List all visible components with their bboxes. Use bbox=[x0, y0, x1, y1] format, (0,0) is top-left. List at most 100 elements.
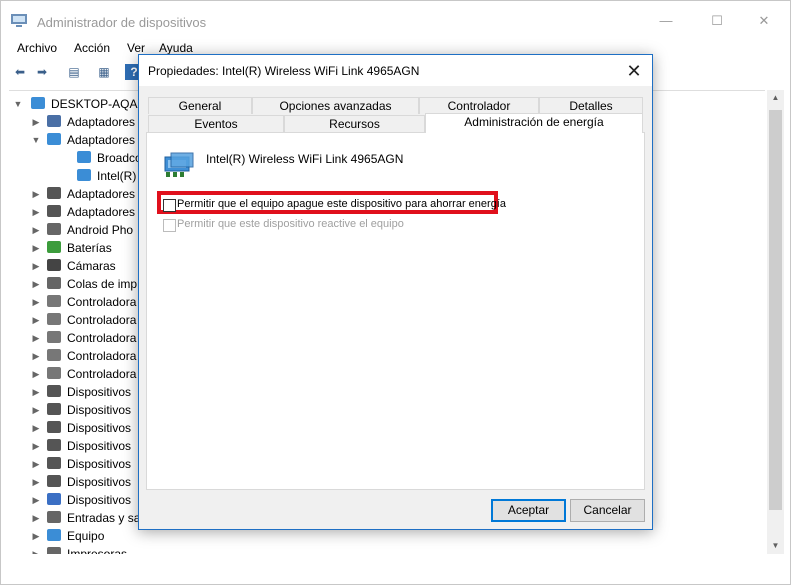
chevron-right-icon[interactable]: ▶ bbox=[31, 439, 41, 453]
controller-icon bbox=[47, 367, 61, 379]
menu-ver[interactable]: Ver bbox=[127, 41, 145, 55]
properties-view-icon[interactable]: ▤ bbox=[65, 64, 83, 80]
chevron-right-icon[interactable]: ▶ bbox=[31, 259, 41, 273]
tree-item-label: Baterías bbox=[67, 241, 112, 255]
network-card-icon bbox=[164, 152, 194, 177]
tab-controlador[interactable]: Controlador bbox=[419, 97, 539, 114]
details-icon[interactable]: ▦ bbox=[95, 64, 113, 80]
tree-item-label: Controladora bbox=[67, 367, 137, 381]
vertical-scrollbar[interactable]: ▲ ▼ bbox=[767, 90, 784, 554]
audio-icon bbox=[47, 511, 61, 523]
tree-item-label: Dispositivos bbox=[67, 493, 132, 507]
scroll-up-icon[interactable]: ▲ bbox=[767, 90, 784, 106]
chevron-right-icon[interactable]: ▶ bbox=[31, 403, 41, 417]
monitor-icon bbox=[47, 493, 61, 505]
chevron-right-icon[interactable]: ▶ bbox=[31, 295, 41, 309]
tab-detalles[interactable]: Detalles bbox=[539, 97, 643, 114]
chevron-right-icon[interactable]: ▶ bbox=[31, 493, 41, 507]
tab-recursos[interactable]: Recursos bbox=[284, 115, 425, 132]
phone-icon bbox=[47, 223, 61, 235]
tree-item-label: Entradas y sa bbox=[67, 511, 141, 525]
chevron-right-icon[interactable]: ▶ bbox=[31, 205, 41, 219]
chevron-right-icon[interactable]: ▶ bbox=[31, 367, 41, 381]
chevron-right-icon[interactable]: ▶ bbox=[31, 421, 41, 435]
chevron-right-icon[interactable]: ▶ bbox=[31, 547, 41, 554]
device-manager-app-icon bbox=[11, 14, 27, 27]
tree-item-label: Controladora bbox=[67, 295, 137, 309]
tree-item-label: Dispositivos bbox=[67, 403, 132, 417]
tree-item-label: Android Pho bbox=[67, 223, 134, 237]
scroll-down-icon[interactable]: ▼ bbox=[767, 538, 784, 554]
close-icon[interactable]: ✕ bbox=[622, 59, 646, 83]
scrollbar-thumb[interactable] bbox=[769, 110, 782, 510]
camera-icon bbox=[47, 259, 61, 271]
tree-item-label: Adaptadores bbox=[67, 133, 136, 147]
chevron-right-icon[interactable]: ▶ bbox=[31, 115, 41, 129]
tree-item-label: Adaptadores bbox=[67, 187, 136, 201]
adapter-icon bbox=[47, 205, 61, 217]
computer-icon bbox=[31, 97, 45, 109]
network-card-icon bbox=[77, 151, 91, 163]
forward-arrow-icon[interactable]: ➡ bbox=[33, 64, 51, 80]
usb-icon bbox=[47, 349, 61, 361]
tree-item-label: Dispositivos bbox=[67, 457, 132, 471]
computer-icon bbox=[47, 529, 61, 541]
controller-icon bbox=[47, 295, 61, 307]
chevron-right-icon[interactable]: ▶ bbox=[31, 241, 41, 255]
chevron-down-icon[interactable]: ▼ bbox=[13, 97, 23, 111]
chevron-right-icon[interactable]: ▶ bbox=[31, 385, 41, 399]
menu-ayuda[interactable]: Ayuda bbox=[159, 41, 193, 55]
tree-item-label: Adaptadores bbox=[67, 205, 136, 219]
chevron-right-icon[interactable]: ▶ bbox=[31, 511, 41, 525]
allow-wake-label: Permitir que este dispositivo reactive e… bbox=[177, 218, 404, 230]
tree-item-label: Adaptadores bbox=[67, 115, 136, 129]
tab-administracion-energia[interactable]: Administración de energía bbox=[425, 113, 643, 133]
network-card-icon bbox=[77, 169, 91, 181]
power-management-panel: Intel(R) Wireless WiFi Link 4965AGN Perm… bbox=[146, 132, 645, 490]
chevron-right-icon[interactable]: ▶ bbox=[31, 349, 41, 363]
properties-dialog: Propiedades: Intel(R) Wireless WiFi Link… bbox=[138, 54, 653, 530]
menu-accion[interactable]: Acción bbox=[74, 41, 110, 55]
chevron-right-icon[interactable]: ▶ bbox=[31, 457, 41, 471]
tree-item-label: Colas de imp bbox=[67, 277, 138, 291]
device-icon bbox=[47, 457, 61, 469]
tree-root-label: DESKTOP-AQA2 bbox=[51, 97, 145, 111]
chevron-right-icon[interactable]: ▶ bbox=[31, 223, 41, 237]
device-manager-titlebar: Administrador de dispositivos — ☐ ✕ bbox=[1, 1, 790, 37]
printer-queue-icon bbox=[47, 277, 61, 289]
maximize-button[interactable]: ☐ bbox=[702, 9, 732, 33]
tree-item-label: Dispositivos bbox=[67, 421, 132, 435]
tree-item-label: Controladora bbox=[67, 331, 137, 345]
close-window-button[interactable]: ✕ bbox=[749, 9, 779, 33]
back-arrow-icon[interactable]: ⬅ bbox=[11, 64, 29, 80]
tree-item-label: Cámaras bbox=[67, 259, 116, 273]
dialog-titlebar: Propiedades: Intel(R) Wireless WiFi Link… bbox=[139, 55, 652, 86]
adapter-icon bbox=[47, 187, 61, 199]
minimize-button[interactable]: — bbox=[651, 9, 681, 33]
chevron-down-icon[interactable]: ▼ bbox=[31, 133, 41, 147]
chevron-right-icon[interactable]: ▶ bbox=[31, 313, 41, 327]
chevron-right-icon[interactable]: ▶ bbox=[31, 529, 41, 543]
controller-icon bbox=[47, 331, 61, 343]
tab-general[interactable]: General bbox=[148, 97, 252, 114]
tree-item-label: Impresoras bbox=[67, 547, 128, 554]
chevron-right-icon[interactable]: ▶ bbox=[31, 475, 41, 489]
device-icon bbox=[47, 439, 61, 451]
keyboard-icon bbox=[47, 421, 61, 433]
fingerprint-icon bbox=[47, 385, 61, 397]
cancel-button[interactable]: Cancelar bbox=[570, 499, 645, 522]
chevron-right-icon[interactable]: ▶ bbox=[31, 187, 41, 201]
allow-power-off-label[interactable]: Permitir que el equipo apague este dispo… bbox=[177, 198, 506, 210]
chevron-right-icon[interactable]: ▶ bbox=[31, 277, 41, 291]
accept-button[interactable]: Aceptar bbox=[491, 499, 566, 522]
allow-power-off-checkbox[interactable] bbox=[163, 199, 176, 212]
device-icon bbox=[47, 475, 61, 487]
chevron-right-icon[interactable]: ▶ bbox=[31, 331, 41, 345]
tree-item-label: Dispositivos bbox=[67, 475, 132, 489]
device-icon bbox=[47, 403, 61, 415]
network-adapter-icon bbox=[47, 133, 61, 145]
tab-opciones-avanzadas[interactable]: Opciones avanzadas bbox=[252, 97, 419, 114]
tree-item[interactable]: ▶ Impresoras bbox=[9, 545, 759, 554]
tab-eventos[interactable]: Eventos bbox=[148, 115, 284, 132]
menu-archivo[interactable]: Archivo bbox=[17, 41, 57, 55]
